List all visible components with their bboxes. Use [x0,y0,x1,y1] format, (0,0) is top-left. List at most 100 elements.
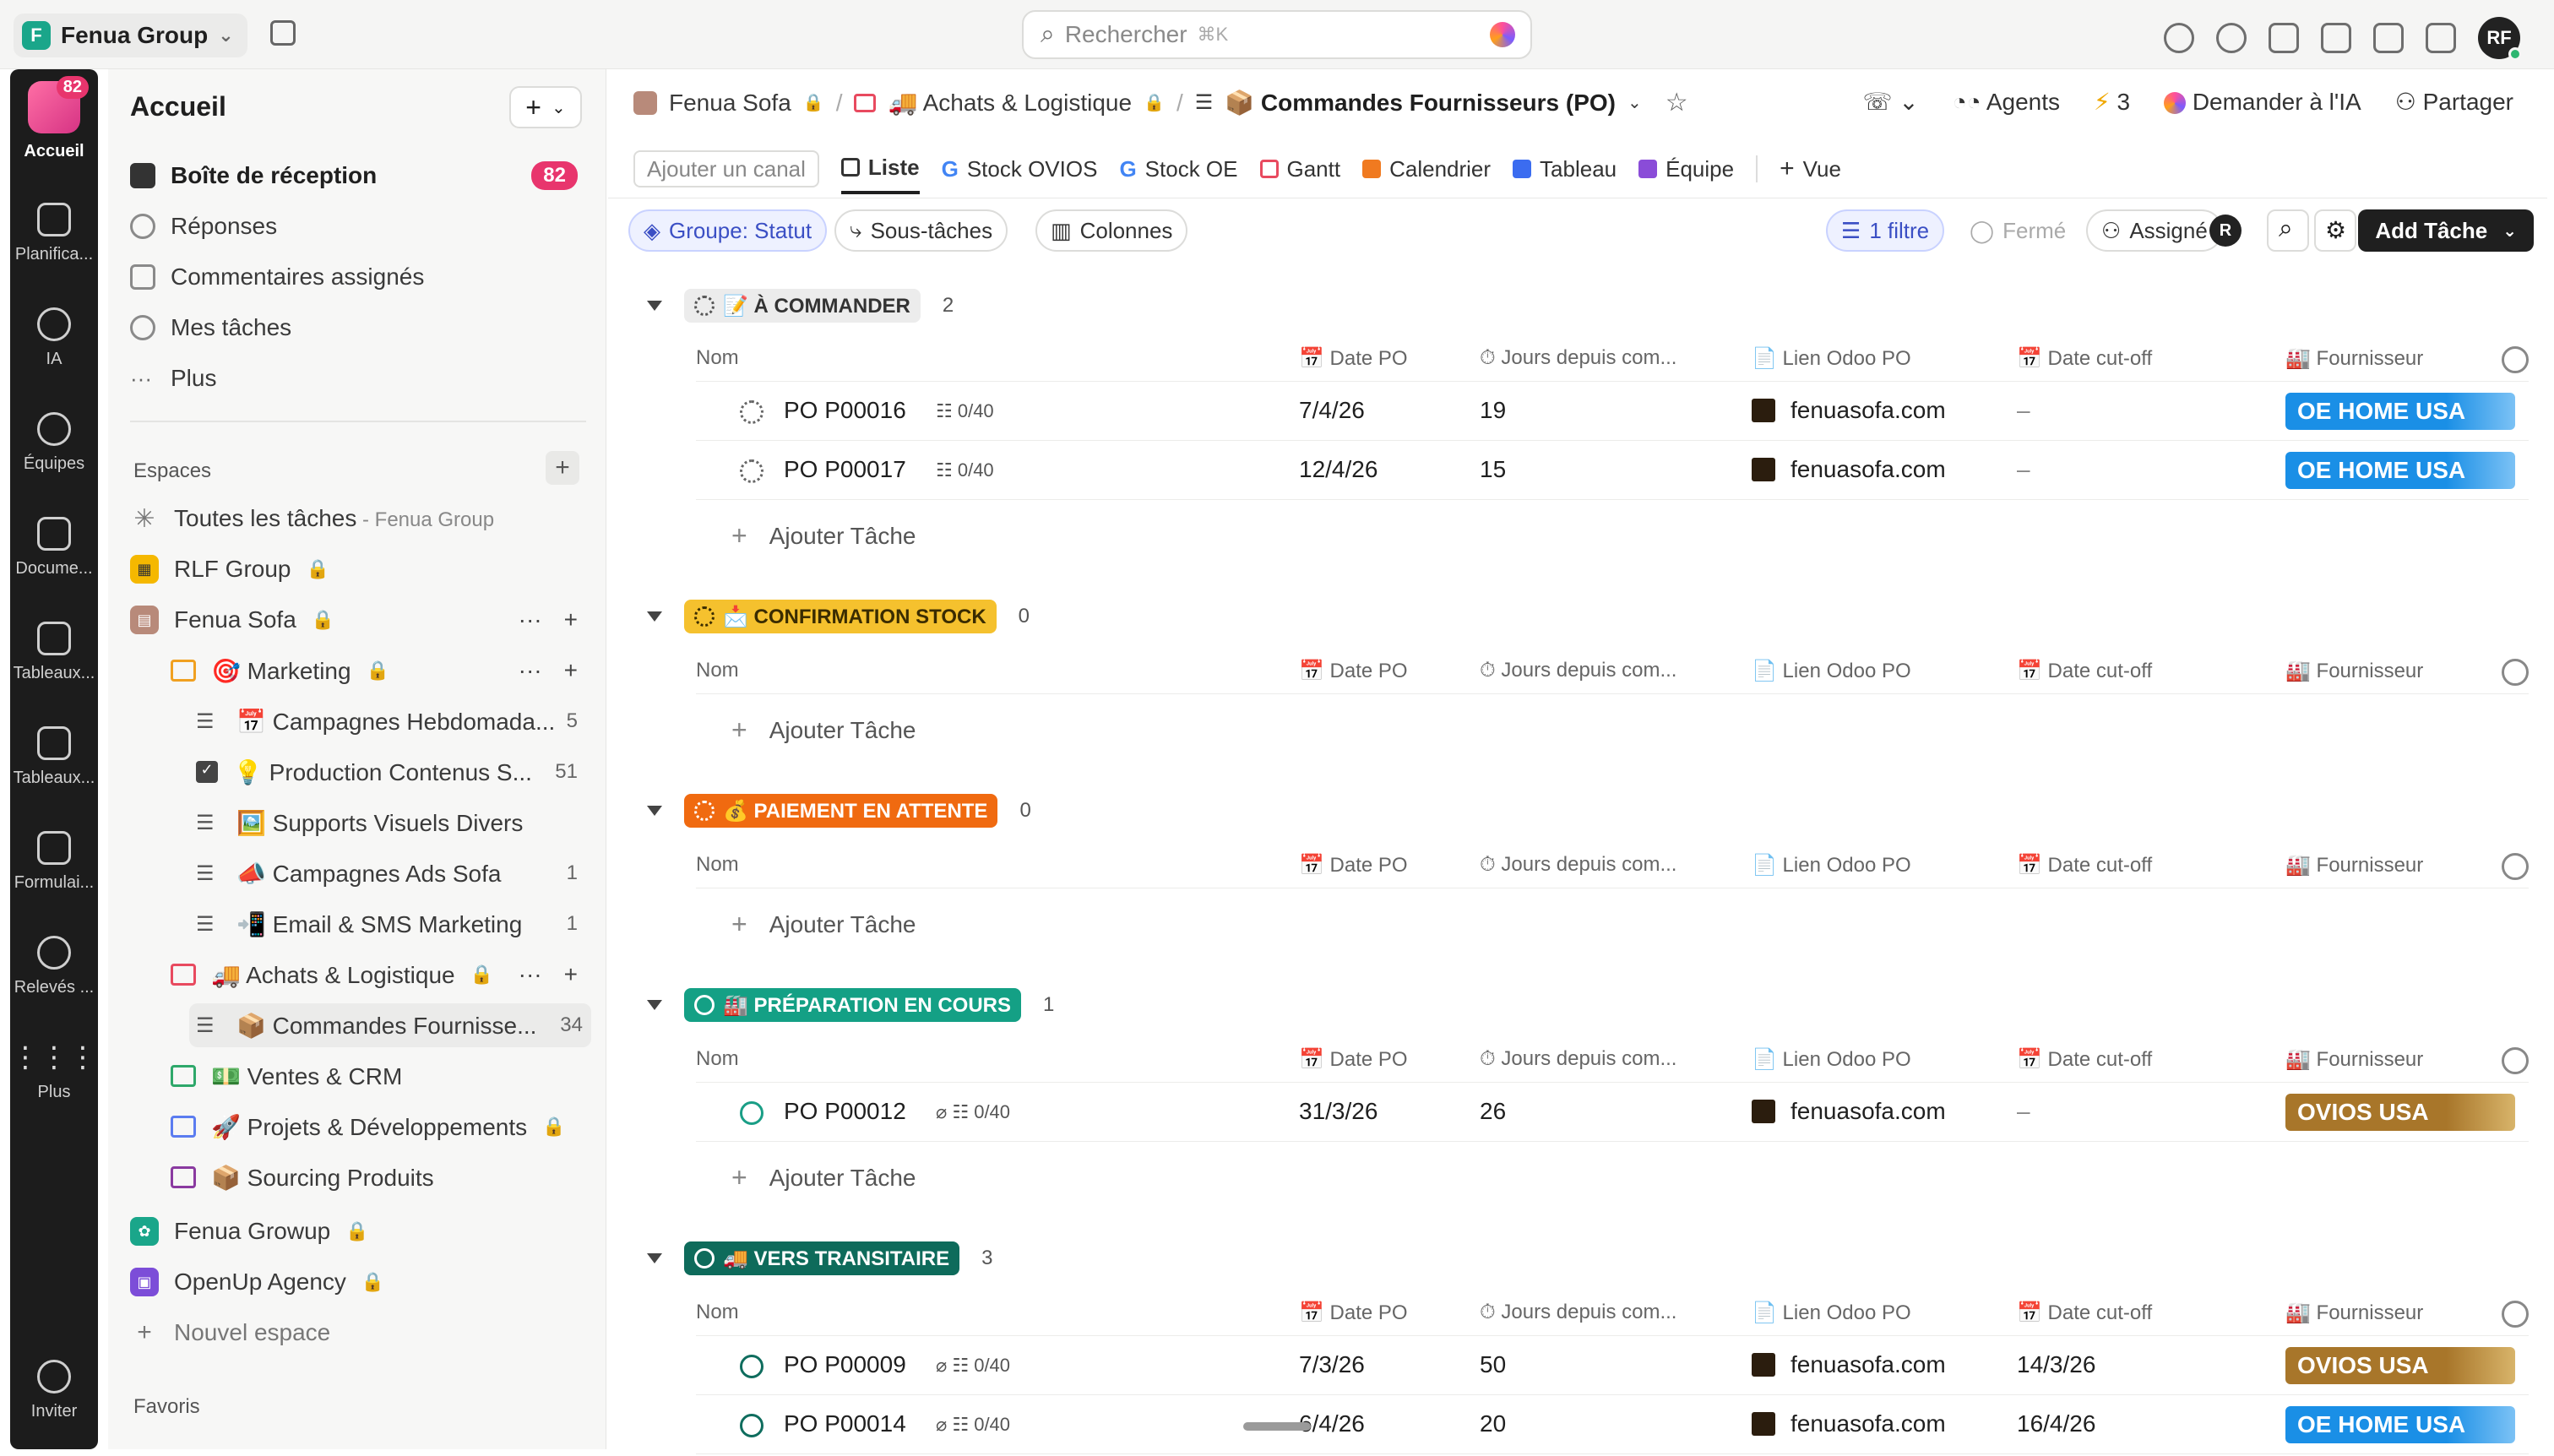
column-header[interactable]: 📅 Date PO [1299,1047,1408,1072]
tab-stock-ovios[interactable]: G Stock OVIOS [942,144,1098,194]
task-name[interactable]: PO P00017 [784,456,906,483]
column-header[interactable]: 📅 Date cut-off [2017,853,2152,877]
table-row[interactable]: PO P00012 ⌀ ☷ 0/40 31/3/26 26 fenuasofa.… [696,1083,2529,1142]
odoo-link[interactable]: fenuasofa.com [1752,1351,1946,1378]
column-header[interactable]: 📅 Date cut-off [2017,659,2152,683]
alarm-icon[interactable] [2216,23,2247,53]
sidebar-item-more[interactable]: ··· Plus [130,356,586,400]
odoo-link[interactable]: fenuasofa.com [1752,1098,1946,1125]
check-circle-icon[interactable] [2164,23,2194,53]
video-icon[interactable] [2269,23,2299,53]
column-header[interactable]: ⏱ Jours depuis com... [1480,346,1676,370]
columns-chip[interactable]: ▥ Colonnes [1035,209,1188,252]
subtasks-chip[interactable]: ⤷ Sous-tâches [834,209,1008,252]
task-name[interactable]: PO P00014 [784,1410,906,1437]
supplier-dropdown[interactable]: OVIOS USA [2285,1347,2515,1384]
plus-icon[interactable]: + [564,606,578,633]
add-column-icon[interactable] [2502,1047,2529,1074]
cutoff-date[interactable]: 14/3/26 [2017,1351,2095,1378]
task-name[interactable]: PO P00012 [784,1098,906,1125]
column-header[interactable]: 📅 Date cut-off [2017,1301,2152,1325]
tab-equipe[interactable]: Équipe [1638,144,1734,194]
settings-button[interactable]: ⚙ [2314,209,2356,252]
odoo-link[interactable]: fenuasofa.com [1752,456,1946,483]
group-by-chip[interactable]: ◈ Groupe: Statut [628,209,828,252]
group-header[interactable]: 📝 À COMMANDER 2 [647,289,954,323]
sidebar-folder-sourcing[interactable]: 📦 Sourcing Produits [171,1155,586,1199]
add-column-icon[interactable] [2502,659,2529,686]
column-header[interactable]: 🏭 Fournisseur [2285,1047,2423,1072]
sidebar-item-my-tasks[interactable]: Mes tâches [130,306,586,350]
date-po[interactable]: 12/4/26 [1299,456,1378,483]
add-task-button[interactable]: Add Tâche ⌄ [2358,209,2534,252]
sidebar-space-openup[interactable]: ▣ OpenUp Agency 🔒 [130,1260,586,1304]
group-header[interactable]: 📩 CONFIRMATION STOCK 0 [647,600,1030,633]
add-task-row[interactable]: + Ajouter Tâche [731,714,916,746]
status-icon[interactable] [740,400,763,424]
tab-tableau[interactable]: Tableau [1513,144,1617,194]
chevron-down-icon[interactable]: ⌄ [1627,92,1642,113]
rail-item-home[interactable]: 82 Accueil [10,76,98,161]
rail-item-dashboards[interactable]: Tableaux... [10,622,98,683]
add-view-button[interactable]: + Vue [1780,144,1841,194]
dashboard-icon[interactable] [2426,23,2456,53]
supplier-dropdown[interactable]: OVIOS USA [2285,1094,2515,1131]
add-column-icon[interactable] [2502,1301,2529,1328]
plus-icon[interactable]: + [564,657,578,684]
subtask-count[interactable]: ⌀ ☷ 0/40 [936,1414,1010,1436]
ask-ai-button[interactable]: Demander à l'IA [2164,89,2361,116]
star-icon[interactable]: ☆ [1666,88,1688,117]
sidebar-new-space[interactable]: + Nouvel espace [130,1311,586,1355]
avatar[interactable]: RF [2478,17,2522,61]
group-header[interactable]: 💰 PAIEMENT EN ATTENTE 0 [647,794,1031,828]
horizontal-scrollbar[interactable] [1243,1422,1311,1431]
odoo-link[interactable]: fenuasofa.com [1752,397,1946,424]
sidebar-list[interactable]: ☰ 📲 Email & SMS Marketing 1 [196,902,586,946]
share-button[interactable]: ⚇ Partager [2395,88,2513,116]
column-header[interactable]: 📅 Date cut-off [2017,1047,2152,1072]
subtask-count[interactable]: ⌀ ☷ 0/40 [936,1355,1010,1377]
row-actions[interactable]: ··· + [519,657,578,684]
rail-item-docs[interactable]: Docume... [10,517,98,579]
sidebar-item-assigned-comments[interactable]: Commentaires assignés [130,255,586,299]
date-po[interactable]: 7/3/26 [1299,1351,1365,1378]
column-header[interactable]: 📄 Lien Odoo PO [1752,853,1911,877]
rail-item-ai[interactable]: IA [10,307,98,369]
caret-down-icon[interactable] [647,806,662,816]
cutoff-date[interactable]: – [2017,1098,2030,1125]
column-header[interactable]: 📅 Date PO [1299,659,1408,683]
add-task-row[interactable]: + Ajouter Tâche [731,520,916,551]
task-name[interactable]: PO P00016 [784,397,906,424]
more-dots-icon[interactable]: ··· [519,961,542,988]
closed-chip[interactable]: ◯ Fermé [1954,209,2082,252]
table-row[interactable]: PO P00009 ⌀ ☷ 0/40 7/3/26 50 fenuasofa.c… [696,1336,2529,1395]
sidebar-list[interactable]: ☰ 📣 Campagnes Ads Sofa 1 [196,851,586,895]
column-header[interactable]: Nom [696,346,739,370]
more-dots-icon[interactable]: ··· [519,657,542,684]
agents-button[interactable]: ◔◔ Agents [1953,89,2060,116]
column-header[interactable]: 📅 Date PO [1299,1301,1408,1325]
date-po[interactable]: 31/3/26 [1299,1098,1378,1125]
caret-down-icon[interactable] [647,1253,662,1263]
subtask-count[interactable]: ☷ 0/40 [936,459,994,481]
column-header[interactable]: ⏱ Jours depuis com... [1480,1047,1676,1071]
sidebar-folder-achats[interactable]: 🚚 Achats & Logistique 🔒 ··· + [171,953,586,997]
automations-button[interactable]: ⚡ 3 [2094,88,2130,116]
add-task-row[interactable]: + Ajouter Tâche [731,909,916,940]
add-column-icon[interactable] [2502,853,2529,880]
cutoff-date[interactable]: 16/4/26 [2017,1410,2095,1437]
calendar-icon[interactable] [270,20,296,46]
rail-item-teams[interactable]: Équipes [10,412,98,474]
status-icon[interactable] [740,459,763,483]
filter-chip[interactable]: ☰ 1 filtre [1826,209,1945,252]
column-header[interactable]: 📅 Date PO [1299,853,1408,877]
column-header[interactable]: ⏱ Jours depuis com... [1480,1301,1676,1324]
sidebar-item-all-tasks[interactable]: ✳ Toutes les tâches - Fenua Group [130,497,586,541]
rail-item-forms[interactable]: Formulai... [10,831,98,893]
sidebar-space-fenua-sofa[interactable]: ▤ Fenua Sofa 🔒 ··· + [130,598,586,642]
add-channel-button[interactable]: Ajouter un canal [633,150,819,187]
subtask-count[interactable]: ⌀ ☷ 0/40 [936,1101,1010,1123]
rail-item-timesheets[interactable]: Relevés ... [10,936,98,997]
column-header[interactable]: Nom [696,659,739,682]
sidebar-space-growup[interactable]: ✿ Fenua Growup 🔒 [130,1209,586,1253]
